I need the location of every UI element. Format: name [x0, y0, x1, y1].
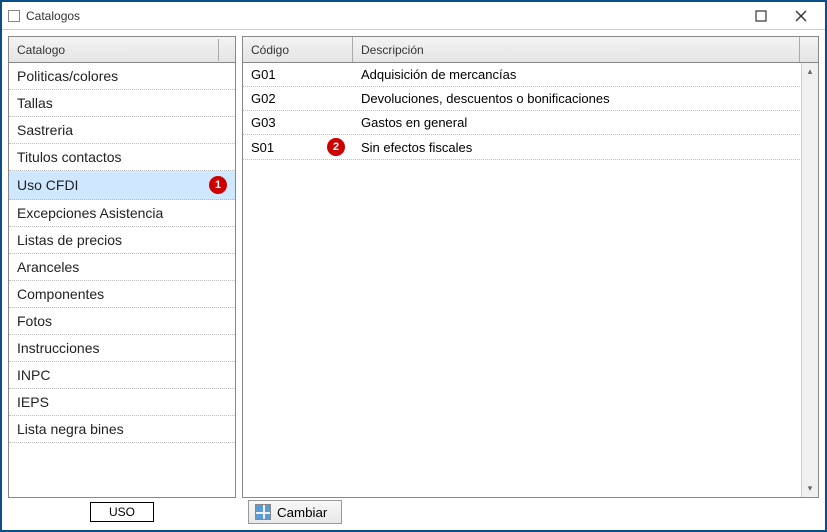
- catalog-item[interactable]: Aranceles: [9, 254, 235, 281]
- app-icon: [8, 10, 20, 22]
- catalog-item[interactable]: Tallas: [9, 90, 235, 117]
- table-row[interactable]: G03 Gastos en general: [243, 111, 818, 135]
- cambiar-button-label: Cambiar: [277, 505, 327, 520]
- close-button[interactable]: [781, 3, 821, 29]
- cambiar-button[interactable]: Cambiar: [248, 500, 342, 524]
- cell-code: G03: [251, 115, 276, 130]
- catalog-panel: Catalogo Politicas/colores Tallas Sastreri…: [8, 36, 236, 498]
- cell-desc: Sin efectos fiscales: [353, 137, 818, 158]
- catalog-item[interactable]: Excepciones Asistencia: [9, 200, 235, 227]
- grid-header-row: Código Descripción: [243, 37, 818, 63]
- grid-header-desc[interactable]: Descripción: [353, 37, 800, 62]
- catalog-item-label: IEPS: [17, 394, 49, 410]
- app-window: Catalogos Catalogo Politicas/colores Tall…: [0, 0, 827, 532]
- footer: USO Cambiar: [2, 498, 825, 530]
- catalog-header-row: Catalogo: [9, 37, 235, 63]
- catalog-item-label: Politicas/colores: [17, 68, 118, 84]
- cell-code: G02: [251, 91, 276, 106]
- catalog-item[interactable]: Titulos contactos: [9, 144, 235, 171]
- catalog-item-label: Sastreria: [17, 122, 73, 138]
- catalog-item[interactable]: Politicas/colores: [9, 63, 235, 90]
- catalog-item-label: Titulos contactos: [17, 149, 122, 165]
- catalog-item-label: Uso CFDI: [17, 177, 78, 193]
- cell-desc: Gastos en general: [353, 112, 818, 133]
- scroll-up-icon[interactable]: ▴: [802, 63, 818, 80]
- table-row[interactable]: S01 2 Sin efectos fiscales: [243, 135, 818, 160]
- catalog-item[interactable]: Sastreria: [9, 117, 235, 144]
- catalog-list[interactable]: Politicas/colores Tallas Sastreria Titulos …: [9, 63, 235, 497]
- grid-header-code[interactable]: Código: [243, 37, 353, 62]
- grid-header-desc-label: Descripción: [361, 43, 424, 57]
- grid-scrollbar[interactable]: ▴ ▾: [801, 63, 818, 497]
- catalog-item-label: Listas de precios: [17, 232, 122, 248]
- cell-desc: Adquisición de mercancías: [353, 64, 818, 85]
- annotation-badge: 1: [209, 176, 227, 194]
- grid-body[interactable]: G01 Adquisición de mercancías G02 Devolucio…: [243, 63, 818, 497]
- grid-header-scroll: [800, 37, 818, 62]
- catalog-item[interactable]: Listas de precios: [9, 227, 235, 254]
- catalog-item[interactable]: Componentes: [9, 281, 235, 308]
- catalog-item[interactable]: INPC: [9, 362, 235, 389]
- window-title: Catalogos: [26, 9, 80, 23]
- catalog-item-label: Instrucciones: [17, 340, 99, 356]
- grid-header-code-label: Código: [251, 43, 289, 57]
- maximize-button[interactable]: [741, 3, 781, 29]
- catalog-item[interactable]: Lista negra bines: [9, 416, 235, 443]
- grid-panel: Código Descripción G01 Adquisición de mer…: [242, 36, 819, 498]
- grid-icon: [255, 504, 271, 520]
- table-row[interactable]: G02 Devoluciones, descuentos o bonificaci…: [243, 87, 818, 111]
- catalog-header[interactable]: Catalogo: [9, 39, 219, 61]
- catalog-item-label: Tallas: [17, 95, 53, 111]
- catalog-header-label: Catalogo: [17, 43, 65, 57]
- catalog-item[interactable]: Instrucciones: [9, 335, 235, 362]
- title-bar: Catalogos: [2, 2, 825, 30]
- annotation-badge: 2: [327, 138, 345, 156]
- catalog-item-label: Excepciones Asistencia: [17, 205, 163, 221]
- cell-code: G01: [251, 67, 276, 82]
- uso-button-label: USO: [109, 505, 135, 519]
- catalog-item-label: Aranceles: [17, 259, 79, 275]
- scroll-down-icon[interactable]: ▾: [802, 480, 818, 497]
- table-row[interactable]: G01 Adquisición de mercancías: [243, 63, 818, 87]
- cell-code: S01: [251, 140, 274, 155]
- close-icon: [795, 10, 807, 22]
- catalog-item-label: Lista negra bines: [17, 421, 124, 437]
- catalog-item[interactable]: Fotos: [9, 308, 235, 335]
- maximize-icon: [755, 10, 767, 22]
- body: Catalogo Politicas/colores Tallas Sastreri…: [2, 30, 825, 498]
- cell-desc: Devoluciones, descuentos o bonificacione…: [353, 88, 818, 109]
- catalog-item-label: Fotos: [17, 313, 52, 329]
- uso-button[interactable]: USO: [90, 502, 154, 522]
- catalog-item[interactable]: Uso CFDI 1: [9, 171, 235, 200]
- catalog-item-label: INPC: [17, 367, 50, 383]
- catalog-item[interactable]: IEPS: [9, 389, 235, 416]
- catalog-item-label: Componentes: [17, 286, 104, 302]
